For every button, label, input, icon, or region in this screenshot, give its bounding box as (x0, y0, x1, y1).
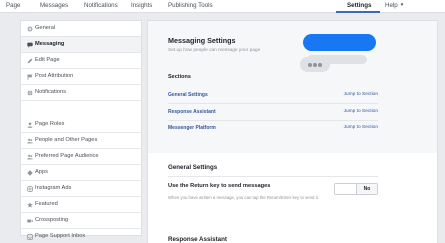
sidebar-item-label: Featured (35, 201, 58, 207)
sidebar-item-page-support-inbox[interactable]: Page Support Inbox (21, 229, 141, 243)
sidebar-item-general[interactable]: General (21, 21, 141, 37)
sidebar-item-label: Instagram Ads (35, 185, 72, 191)
sidebar-item-apps[interactable]: Apps (21, 165, 141, 181)
sidebar-item-label: General (35, 25, 56, 31)
sections-label: Sections (168, 74, 191, 80)
nav-notifications[interactable]: Notifications (84, 2, 118, 9)
sidebar-item-label: Post Attribution (35, 73, 74, 79)
divider (168, 103, 378, 104)
pencil-icon (27, 57, 33, 64)
return-key-setting-description: When you have written a message, you can… (168, 195, 319, 200)
sidebar-item-people-and-other-pages[interactable]: People and Other Pages (21, 133, 141, 149)
sidebar-item-label: Preferred Page Audience (35, 153, 99, 159)
divider (168, 120, 378, 121)
return-key-setting-label: Use the Return key to send messages (168, 183, 271, 189)
divider (168, 176, 378, 177)
page-title: Messaging Settings (168, 36, 236, 45)
settings-sidebar: General Messaging Edit Page Post Attribu… (20, 20, 142, 240)
sidebar-item-edit-page[interactable]: Edit Page (21, 53, 141, 69)
sidebar-item-label: Crossposting (35, 217, 69, 223)
nav-messages[interactable]: Messages (40, 2, 68, 9)
globe-icon (27, 89, 33, 96)
flag-icon (27, 73, 33, 80)
person-icon (27, 121, 33, 128)
general-settings-heading: General Settings (168, 164, 218, 171)
sidebar-item-label: Page Support Inbox (35, 233, 86, 239)
nav-help-label: Help (385, 2, 398, 9)
sidebar-item-crossposting[interactable]: Crossposting (21, 213, 141, 229)
section-link-general-settings[interactable]: General Settings (168, 92, 208, 98)
sidebar-item-post-attribution[interactable]: Post Attribution (21, 69, 141, 85)
messaging-settings-panel: Messaging Settings Set up how people can… (147, 20, 438, 243)
sidebar-item-label: Messaging (35, 41, 65, 47)
video-icon (27, 217, 33, 224)
toggle-knob (335, 184, 357, 194)
top-nav: Page Messages Notifications Insights Pub… (0, 0, 445, 13)
section-link-messenger-platform[interactable]: Messenger Platform (168, 125, 216, 131)
messaging-header: Messaging Settings Set up how people can… (148, 21, 437, 153)
typing-indicator-illustration (300, 57, 330, 72)
apps-icon (27, 169, 33, 176)
sidebar-item-label: Edit Page (35, 57, 60, 63)
inbox-icon (27, 233, 33, 240)
chat-bubble-illustration (303, 34, 376, 51)
jump-to-section-link[interactable]: Jump to Section (344, 125, 378, 130)
sidebar-item-instagram-ads[interactable]: Instagram Ads (21, 181, 141, 197)
toggle-value: No (357, 184, 377, 194)
sidebar-item-label: People and Other Pages (35, 137, 98, 143)
section-row-response-assistant: Response Assistant Jump to Section (168, 109, 378, 125)
star-icon (27, 201, 33, 208)
people-icon (27, 137, 33, 144)
sidebar-item-preferred-page-audience[interactable]: Preferred Page Audience (21, 149, 141, 165)
caret-down-icon: ▼ (399, 2, 405, 7)
nav-help[interactable]: Help ▼ (385, 2, 404, 9)
section-row-messenger-platform: Messenger Platform Jump to Section (168, 125, 378, 141)
messaging-icon (27, 41, 33, 48)
sidebar-item-label: Page Roles (35, 121, 65, 127)
jump-to-section-link[interactable]: Jump to Section (344, 92, 378, 97)
people-icon (27, 153, 33, 160)
nav-settings-label: Settings (347, 2, 372, 9)
section-link-response-assistant[interactable]: Response Assistant (168, 109, 216, 115)
instagram-icon (27, 185, 33, 192)
nav-settings[interactable]: Settings (336, 0, 380, 13)
page-subtitle: Set up how people can message your page (168, 48, 261, 53)
sidebar-item-featured[interactable]: Featured (21, 197, 141, 213)
nav-publishing-tools[interactable]: Publishing Tools (168, 2, 213, 9)
sidebar-item-page-roles[interactable]: Page Roles (21, 117, 141, 133)
sidebar-item-messaging[interactable]: Messaging (21, 37, 141, 53)
section-row-general-settings: General Settings Jump to Section (168, 92, 378, 108)
sidebar-item-label: Apps (35, 169, 48, 175)
return-key-toggle[interactable]: No (334, 183, 378, 195)
jump-to-section-link[interactable]: Jump to Section (344, 109, 378, 114)
sidebar-item-label: Notifications (35, 89, 66, 95)
nav-insights[interactable]: Insights (131, 2, 152, 9)
nav-page[interactable]: Page (6, 2, 20, 9)
gear-icon (27, 25, 33, 32)
response-assistant-heading: Response Assistant (168, 236, 227, 243)
sidebar-item-notifications[interactable]: Notifications (21, 85, 141, 101)
